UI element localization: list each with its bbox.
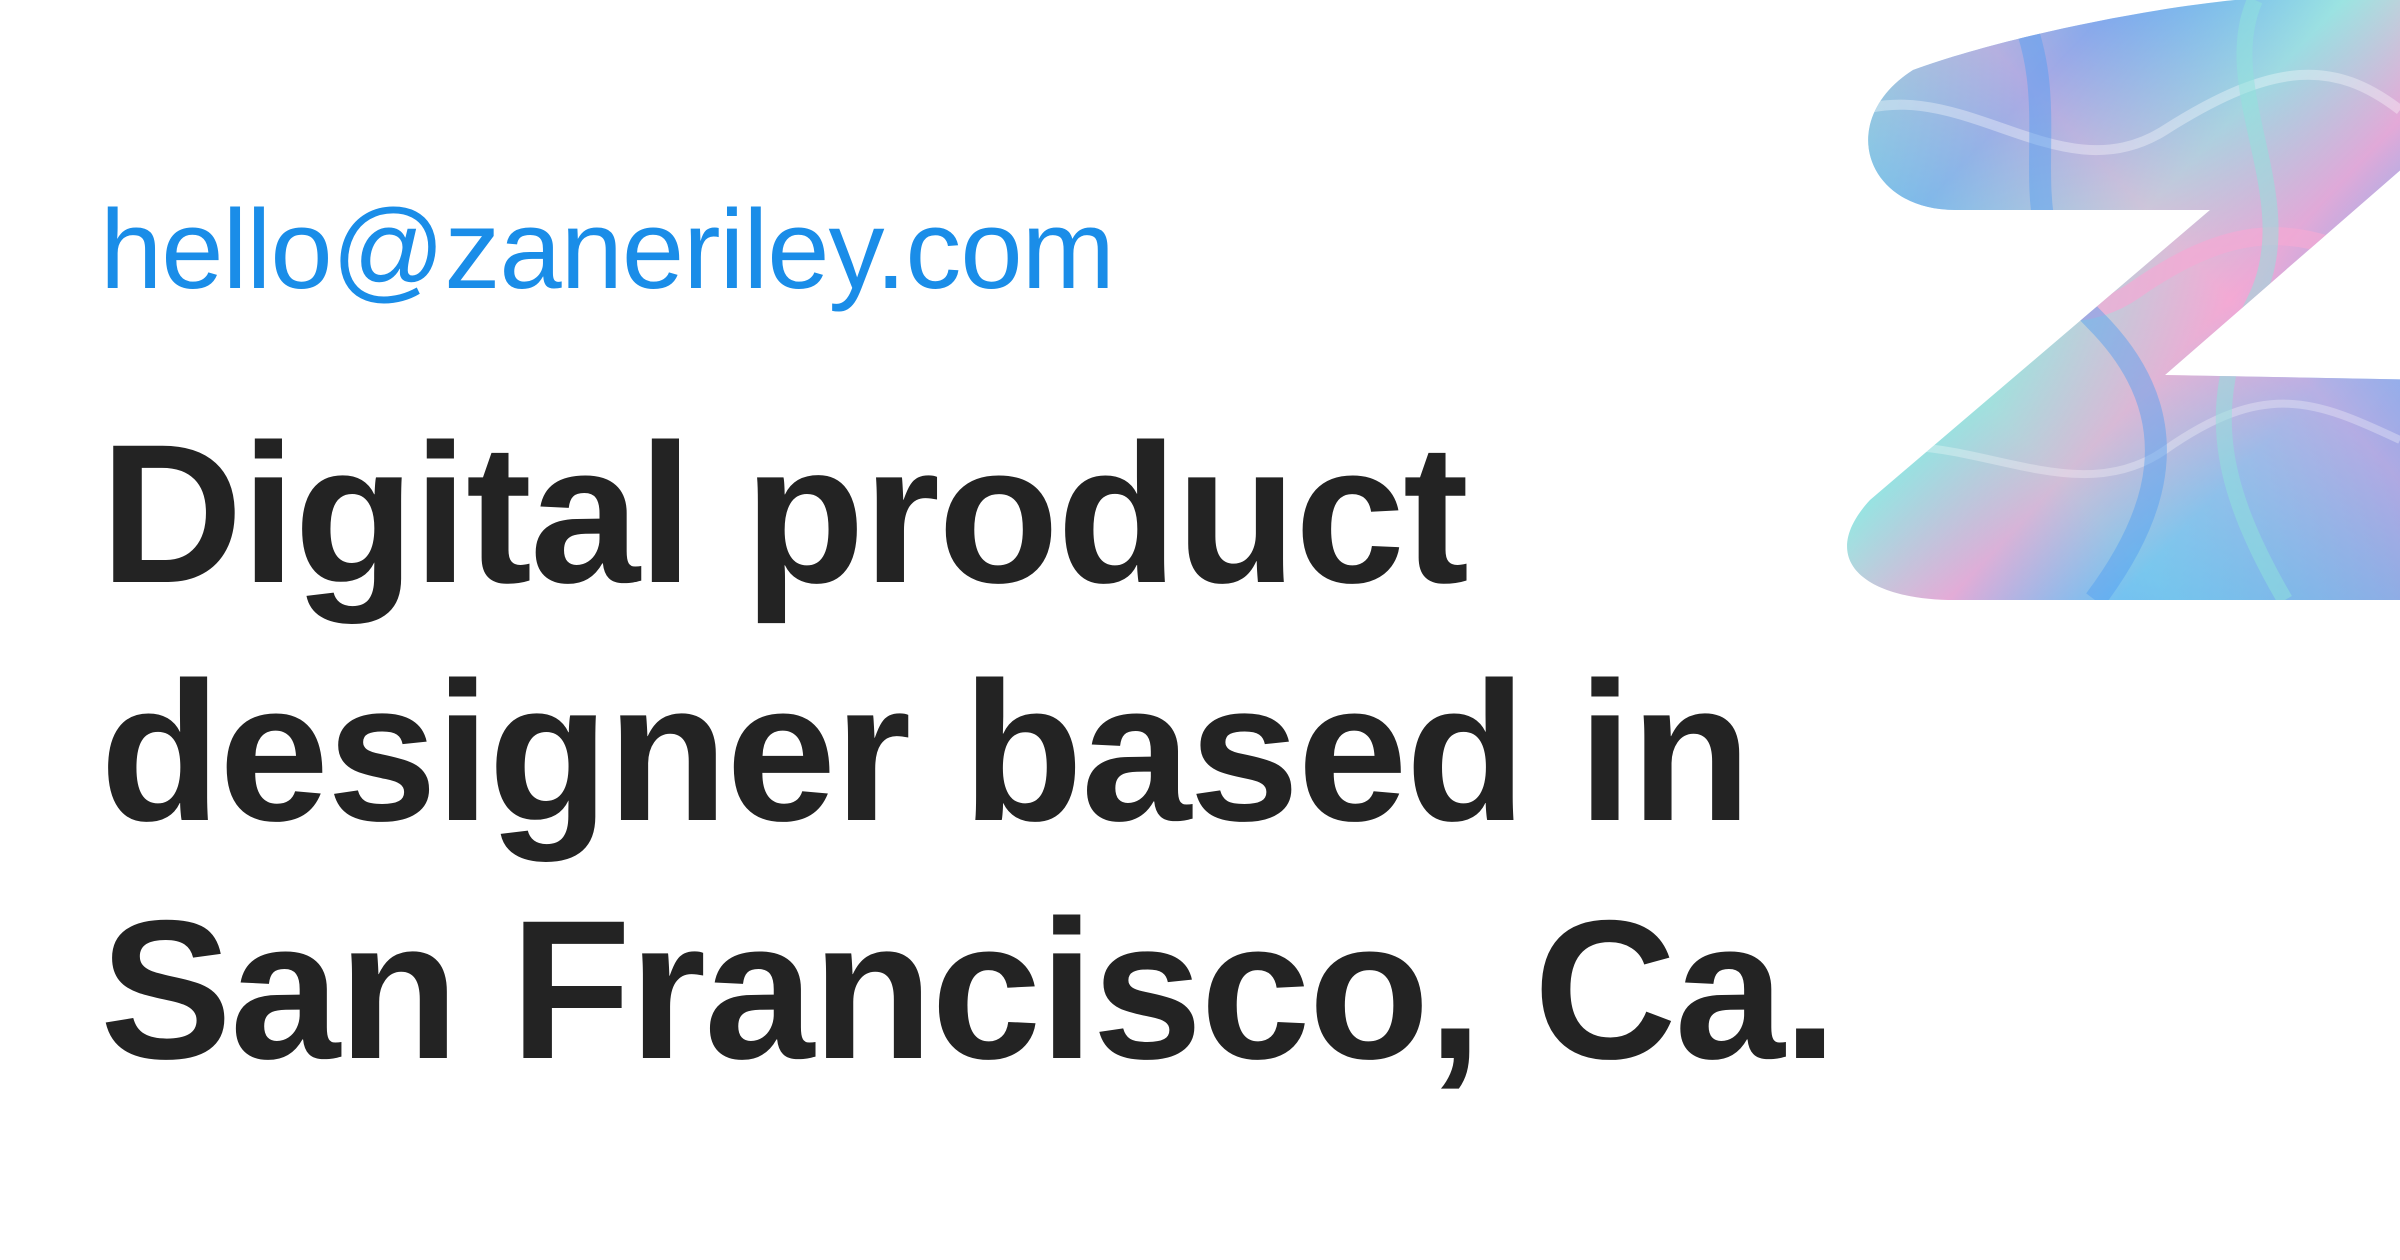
- headline-line-1: Digital product: [100, 403, 1469, 624]
- email-link[interactable]: hello@zaneriley.com: [100, 180, 1115, 320]
- headline: Digital product designer based in San Fr…: [100, 395, 1838, 1109]
- headline-line-2: designer based in: [100, 641, 1751, 862]
- swirl-z-logo-icon: [1847, 0, 2400, 600]
- headline-line-3: San Francisco, Ca.: [100, 879, 1838, 1100]
- page-root: hello@zaneriley.com Digital product desi…: [0, 0, 2400, 1260]
